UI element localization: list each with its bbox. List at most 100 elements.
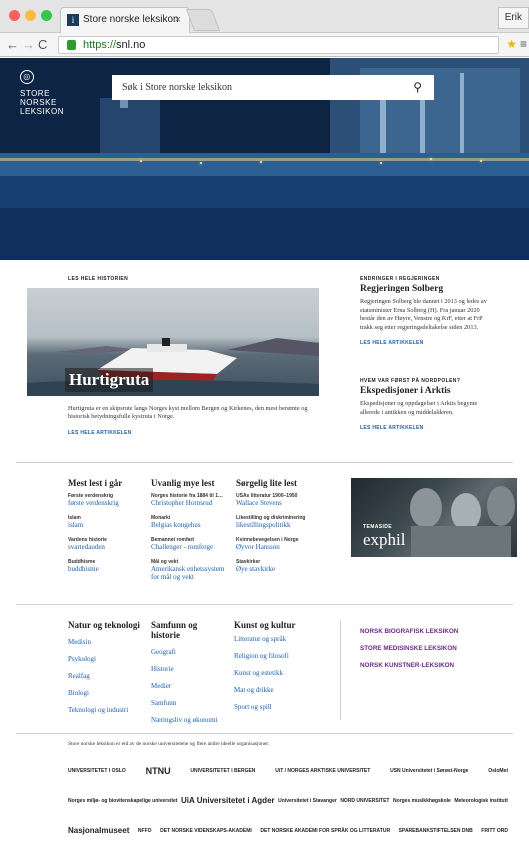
theme-title: exphil: [363, 530, 406, 549]
list-item-link[interactable]: likestillingspolitikk: [236, 521, 326, 529]
category-link[interactable]: Historie: [151, 665, 226, 673]
browser-window: i Store norske leksikon × Erik ← → C htt…: [0, 0, 529, 859]
reload-icon[interactable]: C: [38, 37, 47, 52]
org-logo[interactable]: Nasjonalmuseet: [68, 826, 129, 835]
list-item: USAs litteratur 1900–1950 Wallace Stevens: [236, 493, 326, 507]
sister-sites: NORSK BIOGRAFISK LEKSIKON STORE MEDISINS…: [360, 628, 460, 670]
org-logo[interactable]: OsloMet: [488, 768, 508, 774]
list-item-link[interactable]: Øyvor Hansson: [236, 543, 326, 551]
search-input[interactable]: Søk i Store norske leksikon ⚲: [112, 75, 434, 100]
org-logo[interactable]: SPAREBANKSTIFTELSEN DNB: [399, 828, 473, 834]
category-link[interactable]: Kunst og estetikk: [234, 669, 324, 677]
main-story-kicker: LES HELE HISTORIEN: [68, 276, 129, 282]
search-placeholder: Søk i Store norske leksikon: [122, 82, 232, 93]
maximize-window-button[interactable]: [41, 10, 52, 21]
category-link[interactable]: Medier: [151, 682, 226, 690]
vertical-divider: [340, 620, 341, 720]
list-item: Første verdenskrig første verdenskrig: [68, 493, 148, 507]
user-profile-button[interactable]: Erik: [497, 7, 529, 29]
org-logo[interactable]: UNIVERSITETET I OSLO: [68, 768, 126, 774]
url-host: snl.no: [116, 39, 146, 51]
org-logo[interactable]: Norges miljø- og biovitenskapelige unive…: [68, 798, 177, 804]
org-logo[interactable]: DET NORSKE VIDENSKAPS-AKADEMI: [160, 828, 252, 834]
org-logo[interactable]: USN Universitetet i Sørøst-Norge: [390, 768, 468, 774]
bookmark-star-icon[interactable]: ★: [506, 37, 517, 51]
browser-tab[interactable]: i Store norske leksikon ×: [60, 7, 190, 33]
category-link[interactable]: Biologi: [68, 689, 143, 697]
main-story-image[interactable]: Hurtigruta: [27, 288, 319, 396]
org-logo[interactable]: Universitetet i Stavanger: [278, 798, 337, 804]
close-window-button[interactable]: [9, 10, 20, 21]
side-story-2-text: Ekspedisjoner og oppdagelser i Arktis be…: [360, 400, 478, 416]
list-item-link[interactable]: buddhisme: [68, 565, 148, 573]
org-logo[interactable]: UNIVERSITETET I BERGEN: [190, 768, 255, 774]
side-story-1-text: Regjeringen Solberg ble dannet i 2013 og…: [360, 298, 487, 331]
list-rarely-read-title: Sørgelig lite lest: [236, 478, 297, 488]
category-natur-title: Natur og teknologi: [68, 620, 140, 630]
minimize-window-button[interactable]: [25, 10, 36, 21]
back-icon[interactable]: ←: [6, 37, 19, 52]
divider: [16, 462, 513, 463]
org-logo-row: Norges miljø- og biovitenskapelige unive…: [68, 796, 508, 805]
list-item: Likestilling og diskriminering likestilli…: [236, 515, 326, 529]
list-unusually-read: Uvanlig mye lest Norges historie fra 188…: [151, 478, 233, 581]
category-link[interactable]: Litteratur og språk: [234, 635, 324, 643]
category-link[interactable]: Næringsliv og økonomi: [151, 716, 226, 724]
main-story-read-more[interactable]: LES HELE ARTIKKELEN: [68, 430, 132, 436]
category-link[interactable]: Medisin: [68, 638, 143, 646]
main-story-title[interactable]: Hurtigruta: [65, 368, 154, 392]
site-logo[interactable]: ◎ STORE NORSKE LEKSIKON: [20, 70, 64, 116]
list-item-link[interactable]: Belgias kongehus: [151, 521, 233, 529]
list-item: Buddhisme buddhisme: [68, 559, 148, 573]
side-story-2: HVEM VAR FØRST PÅ NORDPOLEN? Ekspedisjon…: [360, 378, 495, 431]
org-logo[interactable]: UiT / NORGES ARKTISKE UNIVERSITET: [275, 768, 370, 774]
search-icon[interactable]: ⚲: [413, 75, 422, 100]
sister-site-link[interactable]: NORSK BIOGRAFISK LEKSIKON: [360, 628, 460, 636]
sister-site-link[interactable]: STORE MEDISINSKE LEKSIKON: [360, 645, 460, 653]
sister-site-link[interactable]: NORSK KUNSTNER-LEKSIKON: [360, 662, 460, 670]
category-link[interactable]: Teknologi og industri: [68, 706, 143, 714]
category-link[interactable]: Sport og spill: [234, 703, 324, 711]
org-logo[interactable]: NTNU: [146, 766, 171, 776]
list-most-read: Mest lest i går Første verdenskrig første…: [68, 478, 148, 573]
category-link[interactable]: Samfunn: [151, 699, 226, 707]
list-item: Bemannet romfart Challenger - romferge: [151, 537, 233, 551]
org-logo[interactable]: Norges musikkhøgskole: [393, 798, 451, 804]
theme-page-exphil[interactable]: TEMASIDE exphil: [351, 478, 517, 557]
list-item-link[interactable]: Amerikansk enhetssystem for mål og vekt: [151, 565, 233, 581]
category-link[interactable]: Mat og drikke: [234, 686, 324, 694]
side-story-2-read-more[interactable]: LES HELE ARTIKKELEN: [360, 425, 495, 431]
logo-emblem-icon: ◎: [20, 70, 34, 84]
tab-close-icon[interactable]: ×: [175, 8, 181, 32]
category-link[interactable]: Psykologi: [68, 655, 143, 663]
category-link[interactable]: Religion og filosofi: [234, 652, 324, 660]
side-story-1-read-more[interactable]: LES HELE ARTIKKELEN: [360, 340, 495, 346]
list-item: Stavkirker Øye stavkirke: [236, 559, 326, 573]
org-logo[interactable]: Meteorologisk institutt: [454, 798, 508, 804]
org-logo[interactable]: NORD UNIVERSITET: [340, 798, 389, 804]
menu-icon[interactable]: ≡: [520, 37, 527, 51]
list-item-link[interactable]: Wallace Stevens: [236, 499, 326, 507]
logo-line-2: NORSKE: [20, 98, 57, 107]
category-link[interactable]: Realfag: [68, 672, 143, 680]
side-story-2-title[interactable]: Ekspedisjoner i Arktis: [360, 386, 495, 396]
org-logo[interactable]: DET NORSKE AKADEMI FOR SPRÅK OG LITTERAT…: [260, 828, 390, 834]
list-item-link[interactable]: første verdenskrig: [68, 499, 148, 507]
list-item-link[interactable]: Christopher Hornsrud: [151, 499, 233, 507]
list-item: Monarki Belgias kongehus: [151, 515, 233, 529]
org-logo[interactable]: NFFO: [138, 828, 152, 834]
category-link[interactable]: Geografi: [151, 648, 226, 656]
new-tab-button[interactable]: [185, 9, 221, 31]
list-item-link[interactable]: islam: [68, 521, 148, 529]
url-input[interactable]: https://snl.no: [58, 36, 499, 54]
divider: [16, 604, 513, 605]
list-item-link[interactable]: Øye stavkirke: [236, 565, 326, 573]
org-logo[interactable]: UiA Universitetet i Agder: [181, 796, 275, 805]
list-item-link[interactable]: Challenger - romferge: [151, 543, 233, 551]
list-item-link[interactable]: svartedauden: [68, 543, 148, 551]
side-story-1: ENDRINGER I REGJERINGEN Regjeringen Solb…: [360, 276, 495, 346]
side-story-1-title[interactable]: Regjeringen Solberg: [360, 284, 495, 294]
org-logo[interactable]: FRITT ORD: [481, 828, 508, 834]
forward-icon[interactable]: →: [22, 37, 35, 52]
org-logo-row: Nasjonalmuseet NFFO DET NORSKE VIDENSKAP…: [68, 826, 508, 835]
